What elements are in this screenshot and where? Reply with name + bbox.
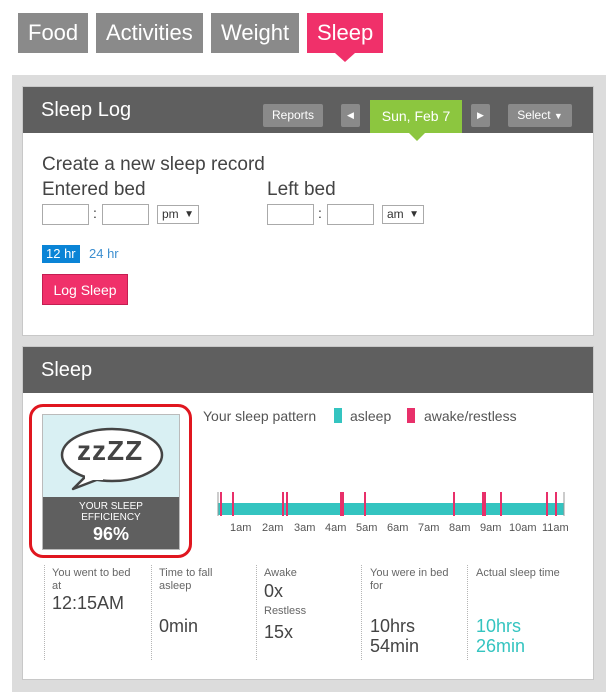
restless-mark: [340, 492, 344, 516]
went-to-bed-value: 12:15AM: [52, 593, 125, 613]
fall-asleep-value: 0min: [159, 616, 199, 636]
tick-label: 4am: [325, 522, 347, 534]
tick-label: 11am: [542, 522, 569, 534]
in-bed-label-2: for: [370, 580, 383, 592]
awake-value: 0x: [264, 581, 284, 601]
efficiency-highlight-ring: [29, 404, 192, 558]
fall-asleep-label-1: Time to fall: [159, 567, 213, 579]
dropdown-arrow-icon: ▼: [409, 209, 419, 220]
restless-mark: [364, 492, 366, 516]
select-label: Select: [517, 108, 551, 122]
tick-label: 10am: [509, 522, 537, 534]
tab-weight[interactable]: Weight: [211, 13, 300, 53]
left-bed-label: Left bed: [267, 179, 336, 200]
tab-sleep[interactable]: Sleep: [307, 13, 384, 53]
legend-asleep-swatch: [334, 408, 342, 423]
left-ampm-value: am: [387, 207, 404, 221]
tab-activities[interactable]: Activities: [96, 13, 203, 53]
restless-mark: [482, 492, 486, 516]
entered-ampm-value: pm: [162, 207, 179, 221]
actual-sleep-value-hours: 10hrs: [476, 616, 522, 636]
tick-label: 6am: [387, 522, 409, 534]
went-to-bed-label-2: at: [52, 580, 62, 592]
sleep-header: Sleep: [23, 347, 593, 393]
create-record-title: Create a new sleep record: [42, 154, 265, 175]
entered-ampm-select[interactable]: pm ▼: [157, 205, 199, 224]
dropdown-arrow-icon: ▼: [184, 209, 194, 220]
entered-colon: :: [93, 205, 97, 221]
restless-mark: [286, 492, 288, 516]
active-tab-pointer: [335, 53, 355, 62]
actual-sleep-value-minutes: 26min: [476, 636, 526, 656]
in-bed-label-1: You were in bed: [370, 567, 449, 579]
legend-awake-swatch: [407, 408, 415, 423]
select-dropdown[interactable]: Select ▼: [508, 104, 572, 127]
hr12-toggle[interactable]: 12 hr: [42, 245, 80, 263]
log-sleep-button[interactable]: Log Sleep: [42, 274, 128, 305]
left-ampm-select[interactable]: am ▼: [382, 205, 424, 224]
restless-mark: [453, 492, 455, 516]
date-pointer: [409, 133, 425, 141]
tick-label: 5am: [356, 522, 378, 534]
in-bed-value-minutes: 54min: [370, 636, 420, 656]
current-date: Sun, Feb 7: [370, 100, 462, 133]
chevron-down-icon: ▼: [553, 111, 563, 121]
left-minute-input[interactable]: [327, 204, 374, 225]
tick-label: 1am: [230, 522, 252, 534]
left-hour-input[interactable]: [267, 204, 314, 225]
restless-mark: [220, 492, 222, 516]
awake-label: Awake: [264, 567, 297, 579]
tab-food[interactable]: Food: [18, 13, 89, 53]
stat-divider: [361, 565, 362, 660]
restless-mark: [546, 492, 548, 516]
stat-divider: [44, 565, 45, 660]
entered-minute-input[interactable]: [102, 204, 149, 225]
entered-hour-input[interactable]: [42, 204, 89, 225]
tick-label: 3am: [294, 522, 316, 534]
restless-label: Restless: [264, 605, 307, 617]
tick-label: 7am: [418, 522, 440, 534]
restless-mark: [232, 492, 234, 516]
tick-label: 8am: [449, 522, 471, 534]
next-date-button[interactable]: ▶: [471, 104, 490, 127]
fall-asleep-label-2: asleep: [159, 580, 192, 592]
stat-divider: [256, 565, 257, 660]
left-colon: :: [318, 205, 322, 221]
restless-value: 15x: [264, 622, 294, 642]
hr24-toggle[interactable]: 24 hr: [89, 245, 119, 263]
legend-asleep-label: asleep: [350, 408, 392, 424]
in-bed-value-hours: 10hrs: [370, 616, 416, 636]
chevron-left-icon: ◀: [347, 110, 354, 120]
sleep-pattern-label: Your sleep pattern: [203, 408, 317, 424]
reports-button[interactable]: Reports: [263, 104, 323, 127]
tick-label: 2am: [262, 522, 284, 534]
legend-awake-label: awake/restless: [424, 408, 517, 424]
entered-bed-label: Entered bed: [42, 179, 146, 200]
stat-divider: [467, 565, 468, 660]
asleep-bar: [218, 503, 564, 515]
restless-mark: [555, 492, 557, 516]
actual-sleep-label: Actual sleep time: [476, 567, 560, 579]
prev-date-button[interactable]: ◀: [341, 104, 360, 127]
went-to-bed-label-1: You went to bed: [52, 567, 131, 579]
tick-label: 9am: [480, 522, 502, 534]
sleep-title: Sleep: [41, 359, 93, 381]
chevron-right-icon: ▶: [477, 110, 484, 120]
stat-divider: [151, 565, 152, 660]
restless-mark: [500, 492, 502, 516]
sleep-log-title: Sleep Log: [41, 99, 132, 121]
restless-mark: [282, 492, 284, 516]
